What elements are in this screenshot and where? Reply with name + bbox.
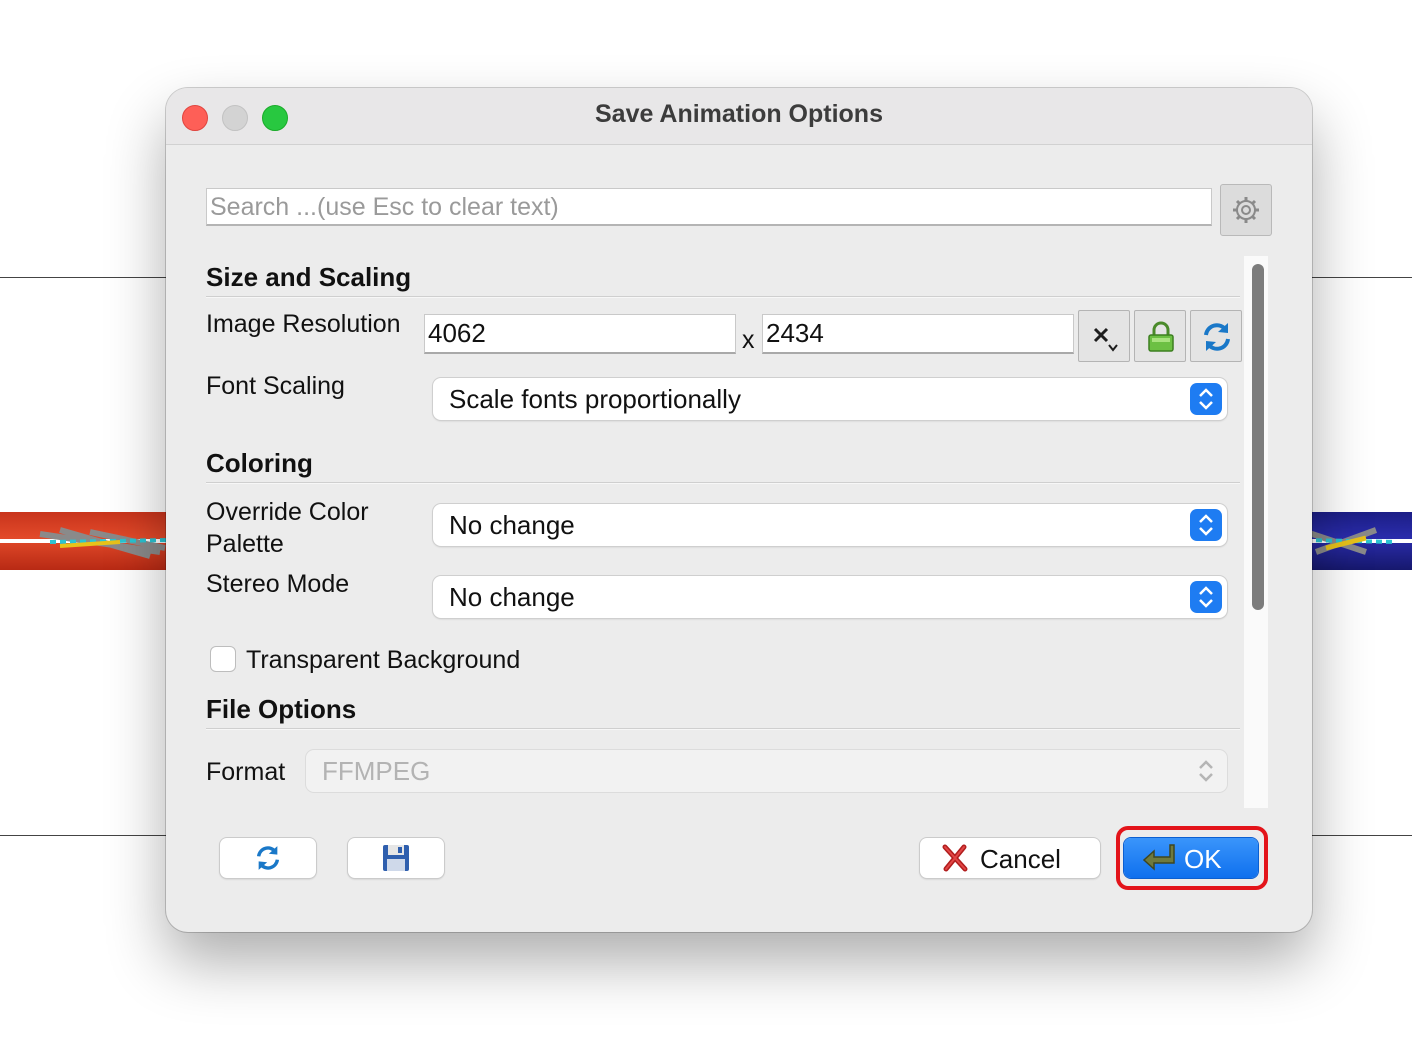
chevron-updown-icon [1190,509,1222,541]
override-palette-select[interactable]: No change [433,504,1227,546]
reset-defaults-button[interactable] [220,838,316,878]
override-palette-value: No change [449,510,575,540]
section-size-scaling: Size and Scaling [206,262,412,292]
image-resolution-label: Image Resolution [206,310,401,338]
stereo-mode-select[interactable]: No change [433,576,1227,618]
format-select: FFMPEG [306,750,1227,792]
stereo-mode-label: Stereo Mode [206,570,350,598]
save-settings-button[interactable] [348,838,444,878]
transparent-background-checkbox[interactable] [210,646,236,672]
enter-arrow-icon [1142,844,1175,871]
scene-tube-left [0,512,170,570]
font-scaling-label: Font Scaling [206,372,345,400]
scene-tube-right [1306,512,1412,570]
section-divider [206,296,1240,298]
font-scaling-select[interactable]: Scale fonts proportionally [433,378,1227,420]
refresh-icon [256,846,280,870]
settings-button[interactable] [1220,184,1272,236]
override-palette-label: Override Color Palette [206,498,369,558]
stereo-mode-value: No change [449,582,575,612]
clear-resolution-button[interactable] [1078,310,1130,362]
transparent-background-label[interactable]: Transparent Background [246,644,520,676]
red-x-icon [942,844,968,872]
window-title: Save Animation Options [594,100,883,128]
section-divider [206,482,1240,484]
options-scroll-area: Size and Scaling Image Resolution 4062 x… [206,256,1242,808]
chevron-updown-icon [1190,755,1222,787]
chevron-updown-icon [1190,383,1222,415]
cancel-button[interactable]: Cancel [920,838,1100,878]
resolution-separator: x [742,326,755,354]
cancel-label: Cancel [980,844,1061,874]
chevron-updown-icon [1190,581,1222,613]
search-input[interactable]: Search ...(use Esc to clear text) [206,188,1212,226]
refresh-icon [1204,323,1230,351]
refresh-resolution-button[interactable] [1190,310,1242,362]
section-divider [206,728,1240,730]
section-file-options: File Options [206,694,357,724]
ok-button[interactable]: OK [1124,838,1258,878]
floppy-disk-icon [383,845,409,871]
gear-icon [1233,197,1259,223]
lock-icon [1148,321,1174,352]
x-dropdown-icon [1093,327,1118,352]
font-scaling-value: Scale fonts proportionally [449,384,741,414]
title-bar: Save Animation Options [166,88,1312,145]
scrollbar-thumb[interactable] [1252,264,1264,610]
lock-aspect-button[interactable] [1134,310,1186,362]
format-label: Format [206,758,286,786]
height-field[interactable]: 2434 [762,314,1074,354]
format-value: FFMPEG [322,756,431,786]
width-field[interactable]: 4062 [424,314,736,354]
section-coloring: Coloring [206,448,313,478]
ok-label: OK [1184,844,1222,874]
save-animation-dialog: Save Animation Options Search ...(use Es… [166,88,1312,932]
